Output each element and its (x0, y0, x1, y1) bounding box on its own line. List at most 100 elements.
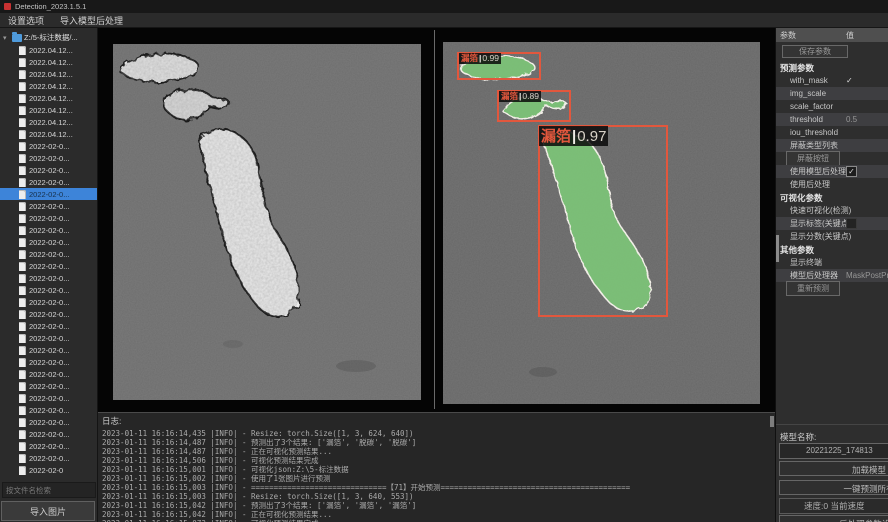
file-item[interactable]: 2022.04.12... (0, 80, 97, 92)
file-item-label: 2022-02-0 (29, 466, 63, 475)
param-row[interactable]: 使用后处理 (776, 178, 888, 191)
detection-score: 0.97 (577, 129, 606, 144)
image-panel-divider[interactable] (434, 30, 435, 409)
param-row[interactable]: 屏蔽按钮 (776, 152, 888, 165)
file-icon (19, 58, 26, 67)
param-label: 模型后处理器 (790, 270, 838, 281)
param-row[interactable]: 显示分数(关键点) (776, 230, 888, 243)
file-item-label: 2022-02-0... (29, 442, 69, 451)
file-item[interactable]: 2022-02-0... (0, 200, 97, 212)
param-value[interactable]: ✓ (846, 166, 857, 177)
file-item[interactable]: 2022-02-0... (0, 344, 97, 356)
model-name-field[interactable]: 20221225_174813 (779, 443, 888, 459)
file-item-label: 2022-02-0... (29, 370, 69, 379)
file-item-label: 2022-02-0... (29, 418, 69, 427)
file-icon (19, 418, 26, 427)
param-row[interactable]: 其他参数 (776, 243, 888, 256)
log-line: 2023-01-11 16:16:15,003 |INFO| - =======… (102, 483, 775, 492)
file-item[interactable]: 2022-02-0... (0, 416, 97, 428)
param-label: with_mask (790, 76, 828, 85)
param-row[interactable]: img_scale (776, 87, 888, 100)
tree-root-label: Z:/5-标注数据/... (24, 32, 78, 43)
log-area: 日志: 2023-01-11 16:16:14,435 |INFO| - Res… (98, 412, 775, 522)
file-item-label: 2022-02-0... (29, 406, 69, 415)
file-item[interactable]: 2022-02-0... (0, 320, 97, 332)
param-row[interactable]: 显示终端 (776, 256, 888, 269)
param-value[interactable]: 0.5 (846, 115, 857, 124)
file-item[interactable]: 2022-02-0... (0, 332, 97, 344)
detection-class: 漏箔 (541, 129, 571, 144)
file-item[interactable]: 2022-02-0... (0, 440, 97, 452)
file-item[interactable]: 2022-02-0... (0, 428, 97, 440)
param-row[interactable]: 使用模型后处理 ✓ (776, 165, 888, 178)
param-row[interactable]: 可视化参数 (776, 191, 888, 204)
param-row[interactable]: scale_factor (776, 100, 888, 113)
title-bar: Detection_2023.1.5.1 (0, 0, 888, 13)
file-item[interactable]: 2022-02-0... (0, 272, 97, 284)
file-item[interactable]: 2022.04.12... (0, 116, 97, 128)
file-icon (19, 238, 26, 247)
file-item-label: 2022-02-0... (29, 238, 69, 247)
file-item[interactable]: 2022-02-0... (0, 368, 97, 380)
file-item[interactable]: 2022.04.12... (0, 44, 97, 56)
param-row[interactable]: threshold 0.5 (776, 113, 888, 126)
panel-scrollbar-thumb[interactable] (776, 235, 779, 262)
postprocess-settings-button[interactable]: 后处理参数设置 (779, 515, 888, 522)
menu-item[interactable]: 导入模型后处理 (52, 13, 131, 27)
expand-arrow-icon[interactable]: ▾ (3, 34, 10, 42)
save-params-button[interactable]: 保存参数 (782, 45, 848, 58)
param-value[interactable] (846, 218, 857, 229)
param-row[interactable]: with_mask ✓ (776, 74, 888, 87)
file-item[interactable]: 2022-02-0... (0, 176, 97, 188)
file-item-label: 2022-02-0... (29, 310, 69, 319)
param-row[interactable]: 快速可视化(检测) (776, 204, 888, 217)
menu-item[interactable]: 设置选项 (0, 13, 52, 27)
log-scrollbar-thumb[interactable] (770, 416, 774, 427)
file-item-label: 2022-02-0... (29, 226, 69, 235)
file-item[interactable]: 2022-02-0... (0, 392, 97, 404)
file-item[interactable]: 2022-02-0... (0, 260, 97, 272)
file-item[interactable]: 2022-02-0... (0, 164, 97, 176)
filename-search-input[interactable] (2, 482, 96, 498)
file-icon (19, 190, 26, 199)
file-item[interactable]: 2022-02-0... (0, 140, 97, 152)
param-label: 预测参数 (780, 62, 814, 74)
file-item[interactable]: 2022-02-0... (0, 284, 97, 296)
file-item[interactable]: 2022.04.12... (0, 56, 97, 68)
file-item[interactable]: 2022-02-0... (0, 308, 97, 320)
raw-image-panel[interactable] (113, 44, 421, 400)
param-row[interactable]: 重新预测 (776, 282, 888, 295)
file-item[interactable]: 2022.04.12... (0, 128, 97, 140)
detection-box-3[interactable] (538, 125, 668, 317)
file-item[interactable]: 2022-02-0... (0, 356, 97, 368)
file-icon (19, 106, 26, 115)
file-item[interactable]: 2022-02-0... (0, 404, 97, 416)
predict-all-button[interactable]: 一键预测所有 (779, 480, 888, 495)
file-item[interactable]: 2022.04.12... (0, 68, 97, 80)
file-item[interactable]: 2022-02-0... (0, 296, 97, 308)
file-item[interactable]: 2022-02-0... (0, 224, 97, 236)
file-item[interactable]: 2022-02-0... (0, 212, 97, 224)
load-model-button[interactable]: 加载模型 (779, 461, 888, 476)
param-value[interactable]: ✓ (846, 76, 853, 85)
file-item[interactable]: 2022-02-0... (0, 452, 97, 464)
prediction-image-panel[interactable]: 漏箔|0.99 漏箔|0.89 漏箔|0.97 (443, 42, 760, 404)
file-item[interactable]: 2022.04.12... (0, 104, 97, 116)
speed-status: 速度:0 当前速度 (779, 498, 888, 514)
file-item[interactable]: 2022-02-0... (0, 188, 97, 200)
tree-root-folder[interactable]: ▾ Z:/5-标注数据/... (0, 31, 97, 44)
param-row[interactable]: 显示标签(关键点) (776, 217, 888, 230)
file-item[interactable]: 2022-02-0 (0, 464, 97, 476)
file-item[interactable]: 2022-02-0... (0, 236, 97, 248)
file-item[interactable]: 2022-02-0... (0, 380, 97, 392)
file-icon (19, 394, 26, 403)
log-line: 2023-01-11 16:16:14,435 |INFO| - Resize:… (102, 429, 775, 438)
param-row[interactable]: 预测参数 (776, 61, 888, 74)
import-images-button[interactable]: 导入图片 (1, 501, 95, 521)
param-label: 屏蔽类型列表 (790, 140, 838, 151)
param-value[interactable]: MaskPostPro (846, 271, 888, 280)
file-item[interactable]: 2022.04.12... (0, 92, 97, 104)
file-item[interactable]: 2022-02-0... (0, 248, 97, 260)
file-item[interactable]: 2022-02-0... (0, 152, 97, 164)
param-row[interactable]: iou_threshold (776, 126, 888, 139)
